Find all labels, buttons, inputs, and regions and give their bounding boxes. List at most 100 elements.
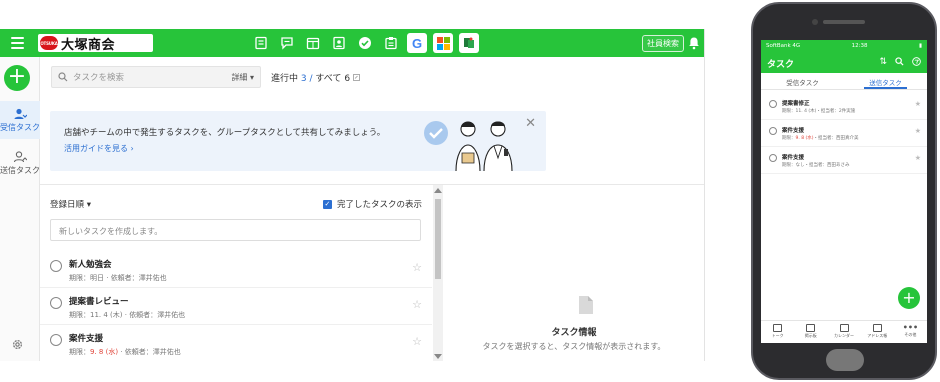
task-assignee: ・担当者：2件実施 bbox=[816, 109, 856, 114]
star-icon[interactable]: ★ bbox=[915, 100, 921, 108]
phone-screen: SoftBank 4G 12:38 ▮ タスク ⇅ 受信タスク 送信タスク 提案… bbox=[761, 40, 927, 343]
task-due-label: 期限： bbox=[782, 109, 796, 114]
logo-text: 大塚商会 bbox=[61, 37, 116, 53]
task-title: 案件支援 bbox=[782, 155, 805, 161]
task-meta: 期限：なし・担当者：西田あさみ bbox=[782, 162, 850, 168]
star-icon[interactable]: ★ bbox=[915, 154, 921, 162]
all-count: 6 bbox=[344, 74, 351, 84]
task-search-input[interactable]: タスクを検索 詳細 ▾ bbox=[51, 66, 261, 88]
calendar-icon[interactable] bbox=[303, 33, 323, 53]
scroll-thumb[interactable] bbox=[435, 199, 441, 279]
screenshot-stage: OTSUKA 大塚商会 G 社員検索 + 受信タスク 送信タスク タスクを検索 … bbox=[0, 0, 940, 382]
tab-received[interactable]: 受信タスク bbox=[761, 73, 844, 89]
in-progress-label: 進行中 bbox=[271, 74, 299, 84]
nav-address[interactable]: アドレス帳 bbox=[861, 321, 894, 343]
address-icon bbox=[872, 324, 882, 332]
document-icon bbox=[579, 296, 593, 314]
all-label: すべて bbox=[315, 74, 342, 84]
task-toolbar: タスクを検索 詳細 ▾ 進行中 3 / すべて 6 bbox=[40, 57, 704, 97]
search-detail-dropdown[interactable]: 詳細 ▾ bbox=[231, 72, 254, 83]
chat-icon[interactable] bbox=[277, 33, 297, 53]
rail-item-received-tasks[interactable]: 受信タスク bbox=[0, 101, 40, 139]
in-progress-filter[interactable]: 進行中 3 bbox=[271, 74, 307, 84]
task-complete-radio[interactable] bbox=[769, 154, 777, 162]
staff-search-button[interactable]: 社員検索 bbox=[642, 35, 684, 52]
all-filter[interactable]: すべて 6 bbox=[315, 74, 350, 84]
task-complete-radio[interactable] bbox=[769, 127, 777, 135]
task-counts: 進行中 3 / すべて 6 bbox=[271, 71, 360, 84]
phone-header-icons: ⇅ bbox=[879, 57, 921, 67]
list-scrollbar[interactable] bbox=[433, 185, 443, 361]
new-task-fab[interactable]: + bbox=[4, 65, 30, 91]
external-app-icon[interactable] bbox=[459, 33, 479, 53]
task-complete-radio[interactable] bbox=[50, 297, 62, 309]
phone-task-row[interactable]: 案件支援 期限：9. 8 (水)・担当者：西田真介美 ★ bbox=[761, 121, 927, 147]
task-title: 案件支援 bbox=[69, 334, 104, 344]
notice-icon[interactable] bbox=[251, 33, 271, 53]
task-requester: 澤井佑也 bbox=[152, 348, 181, 356]
task-title: 新人勉強会 bbox=[69, 260, 112, 270]
filter-icon[interactable] bbox=[912, 57, 921, 66]
menu-icon[interactable] bbox=[11, 37, 24, 49]
search-placeholder: タスクを検索 bbox=[73, 73, 125, 83]
star-icon[interactable]: ☆ bbox=[412, 298, 422, 311]
task-row[interactable]: 案件支援 期限：9. 8 (水) · 依頼者：澤井佑也 ☆ bbox=[40, 326, 432, 361]
bell-icon[interactable] bbox=[688, 36, 700, 50]
show-completed-toggle[interactable]: ✓ 完了したタスクの表示 bbox=[322, 198, 422, 210]
sort-icon[interactable]: ⇅ bbox=[879, 57, 887, 67]
nav-calendar[interactable]: カレンダー bbox=[827, 321, 860, 343]
workflow-icon[interactable] bbox=[381, 33, 401, 53]
nav-talk-label: トーク bbox=[771, 333, 784, 338]
task-complete-radio[interactable] bbox=[50, 260, 62, 272]
task-row[interactable]: 新人勉強会 期限：明日 · 依頼者：澤井佑也 ☆ bbox=[40, 252, 432, 288]
show-completed-checkbox[interactable]: ✓ bbox=[322, 199, 332, 209]
task-complete-radio[interactable] bbox=[769, 100, 777, 108]
phone-task-row[interactable]: 提案書修正 期限：11. 4 (木)・担当者：2件実施 ★ bbox=[761, 94, 927, 120]
refresh-icon[interactable] bbox=[353, 74, 360, 81]
task-meta: 期限：11. 4 (木)・担当者：2件実施 bbox=[782, 108, 855, 114]
scroll-down-arrow[interactable] bbox=[434, 354, 442, 359]
task-due-label: 期限： bbox=[782, 163, 796, 168]
task-due-label: 期限： bbox=[69, 311, 90, 319]
nav-board[interactable]: 掲示板 bbox=[794, 321, 827, 343]
clock-label: 12:38 bbox=[851, 42, 868, 49]
task-requester: 澤井佑也 bbox=[157, 311, 186, 319]
google-icon[interactable]: G bbox=[407, 33, 427, 53]
microsoft-icon[interactable] bbox=[433, 33, 453, 53]
new-task-input[interactable]: 新しいタスクを作成します。 bbox=[50, 219, 421, 241]
scroll-up-arrow[interactable] bbox=[434, 188, 442, 193]
task-requester: 澤井佑也 bbox=[138, 274, 167, 282]
task-due-label: 期限： bbox=[69, 348, 90, 356]
task-due-label: 期限： bbox=[782, 136, 796, 141]
app-switcher-icons: G bbox=[251, 33, 479, 53]
phone-task-row[interactable]: 案件支援 期限：なし・担当者：西田あさみ ★ bbox=[761, 148, 927, 174]
search-icon[interactable] bbox=[895, 57, 904, 66]
task-requester-label: 依頼者： bbox=[124, 348, 153, 356]
nav-more[interactable]: ••• その他 bbox=[894, 321, 927, 343]
task-detail-pane: タスク情報 タスクを選択すると、タスク情報が表示されます。 bbox=[443, 184, 704, 361]
rail-received-label: 受信タスク bbox=[0, 123, 40, 132]
task-meta: 期限：9. 8 (水) · 依頼者：澤井佑也 bbox=[69, 348, 181, 356]
gear-icon[interactable] bbox=[11, 338, 24, 351]
logo-mark: OTSUKA bbox=[40, 36, 58, 50]
tab-sent[interactable]: 送信タスク bbox=[844, 73, 927, 89]
sort-dropdown[interactable]: 登録日順 ▾ bbox=[50, 198, 91, 210]
rail-item-sent-tasks[interactable]: 送信タスク bbox=[0, 145, 40, 181]
star-icon[interactable]: ★ bbox=[915, 127, 921, 135]
task-complete-radio[interactable] bbox=[50, 334, 62, 346]
nav-talk[interactable]: トーク bbox=[761, 321, 794, 343]
phone-new-task-fab[interactable]: + bbox=[898, 287, 920, 309]
task-assignee: ・担当者：西田真介美 bbox=[813, 136, 859, 141]
star-icon[interactable]: ☆ bbox=[412, 335, 422, 348]
talk-icon bbox=[773, 324, 783, 332]
star-icon[interactable]: ☆ bbox=[412, 261, 422, 274]
task-check-icon[interactable] bbox=[355, 33, 375, 53]
task-row[interactable]: 提案書レビュー 期限：11. 4 (木) · 依頼者：澤井佑也 ☆ bbox=[40, 289, 432, 325]
address-icon[interactable] bbox=[329, 33, 349, 53]
show-completed-label: 完了したタスクの表示 bbox=[336, 200, 422, 210]
phone-home-button[interactable] bbox=[826, 349, 864, 371]
usage-guide-link[interactable]: 活用ガイドを見る › bbox=[64, 143, 134, 154]
task-assignee: ・担当者：西田あさみ bbox=[804, 163, 850, 168]
company-logo[interactable]: OTSUKA 大塚商会 bbox=[38, 34, 153, 53]
task-title: 提案書修正 bbox=[782, 101, 810, 107]
